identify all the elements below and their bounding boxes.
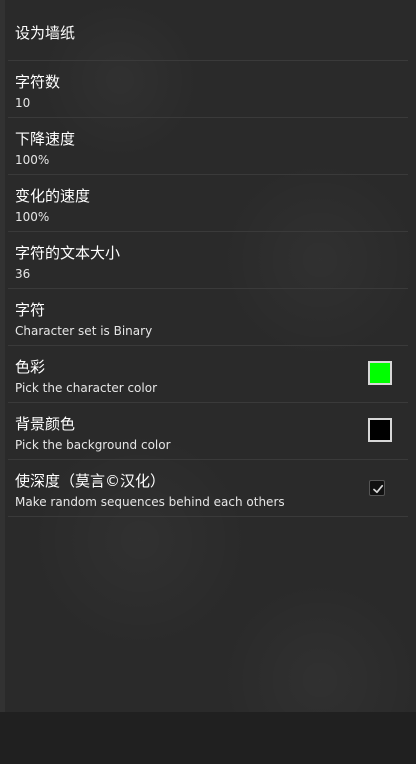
setting-row-fall-speed[interactable]: 下降速度 100%: [8, 118, 408, 175]
background-color-swatch[interactable]: [368, 418, 392, 442]
setting-title: 字符的文本大小: [15, 244, 121, 262]
setting-title: 字符数: [15, 73, 61, 91]
setting-row-character-count[interactable]: 字符数 10: [8, 61, 408, 118]
bottom-background-strip: [0, 712, 416, 764]
setting-summary: 36: [15, 267, 31, 281]
setting-row-character-set[interactable]: 字符 Character set is Binary: [8, 289, 408, 346]
setting-title: 下降速度: [15, 130, 76, 148]
setting-title: 字符: [15, 301, 46, 319]
setting-summary: 100%: [15, 210, 50, 224]
setting-title: 色彩: [15, 358, 46, 376]
setting-title: 变化的速度: [15, 187, 91, 205]
settings-list: 设为墙纸 字符数 10 下降速度 100% 变化的速度 100% 字符的文本大小…: [0, 4, 416, 517]
setting-row-character-color[interactable]: 色彩 Pick the character color: [8, 346, 408, 403]
setting-summary: Pick the background color: [15, 438, 171, 452]
settings-screen: 设为墙纸 字符数 10 下降速度 100% 变化的速度 100% 字符的文本大小…: [0, 0, 416, 764]
depth-checkbox[interactable]: [369, 480, 385, 496]
setting-summary: Make random sequences behind each others: [15, 495, 285, 509]
setting-summary: 100%: [15, 153, 50, 167]
character-color-swatch[interactable]: [368, 361, 392, 385]
setting-row-depth[interactable]: 使深度（莫言©汉化） Make random sequences behind …: [8, 460, 408, 517]
setting-title: 设为墙纸: [15, 24, 76, 42]
setting-title: 背景颜色: [15, 415, 76, 433]
setting-summary: 10: [15, 96, 31, 110]
checkmark-icon: [373, 484, 384, 494]
setting-row-text-size[interactable]: 字符的文本大小 36: [8, 232, 408, 289]
setting-title: 使深度（莫言©汉化）: [15, 472, 166, 490]
setting-row-change-speed[interactable]: 变化的速度 100%: [8, 175, 408, 232]
setting-row-set-wallpaper[interactable]: 设为墙纸: [8, 4, 408, 61]
setting-summary: Character set is Binary: [15, 324, 153, 338]
setting-summary: Pick the character color: [15, 381, 158, 395]
setting-row-background-color[interactable]: 背景颜色 Pick the background color: [8, 403, 408, 460]
